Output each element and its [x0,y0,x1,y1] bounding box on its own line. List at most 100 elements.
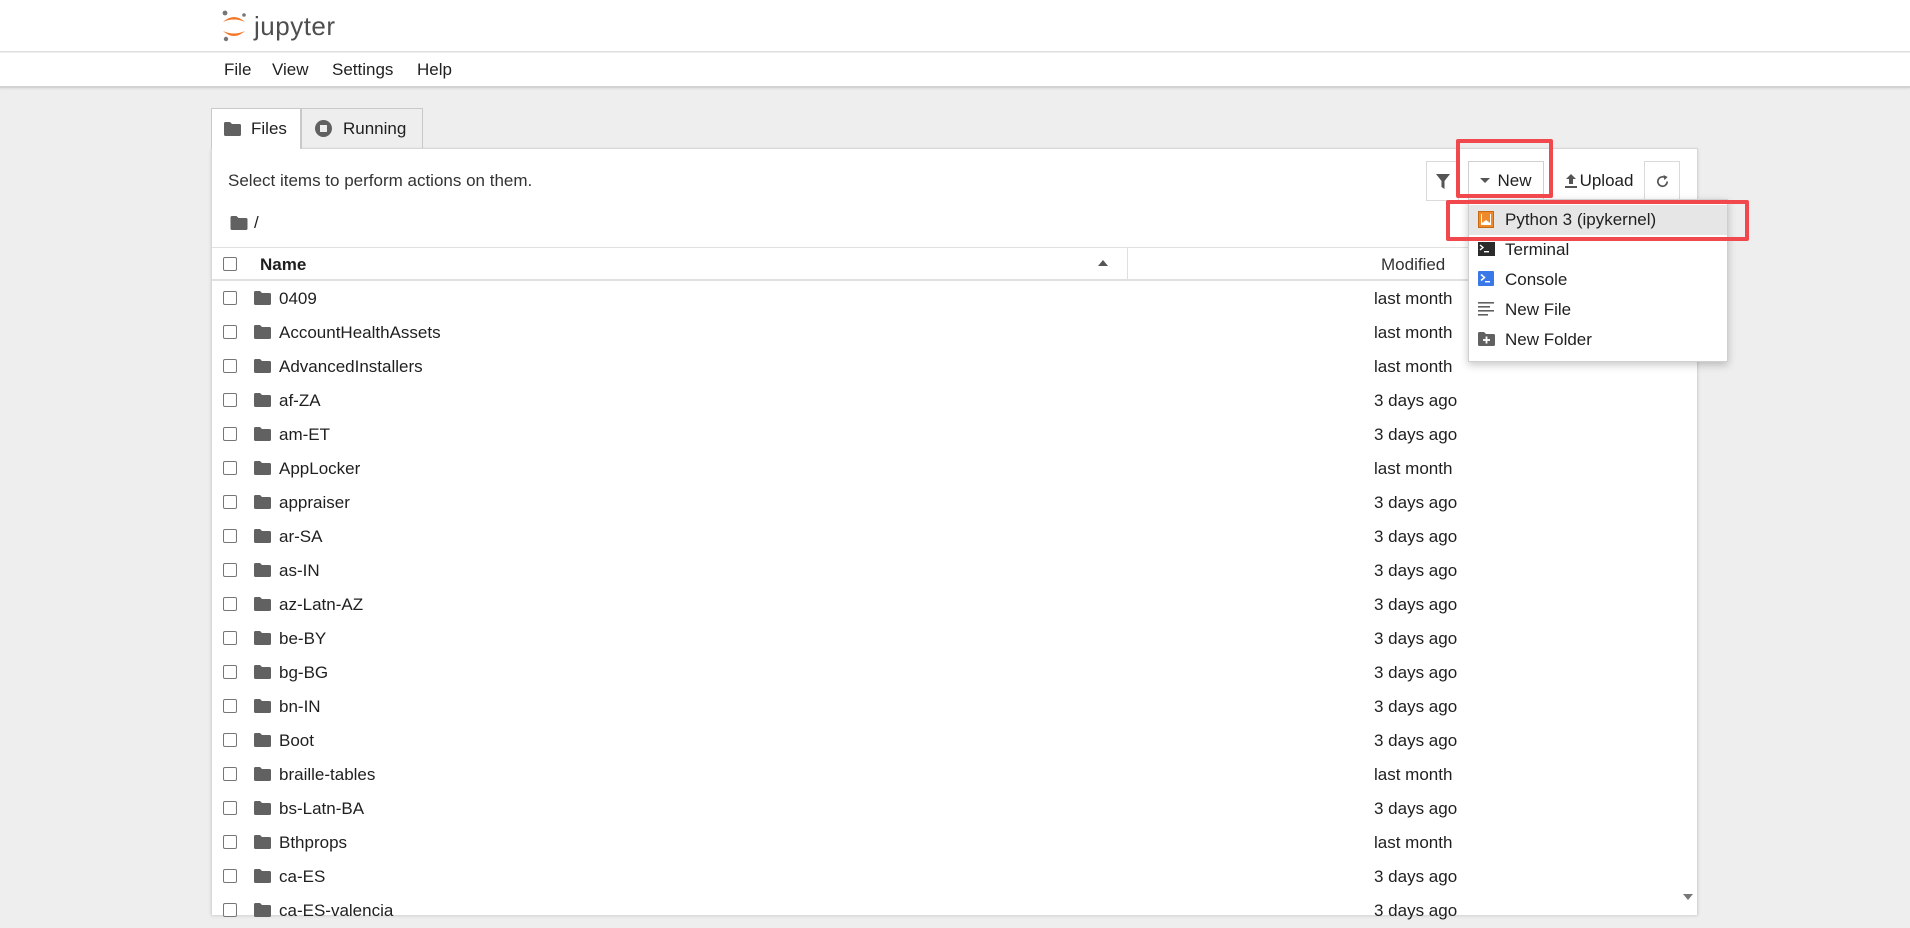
table-row[interactable]: bs-Latn-BA 3 days ago [212,792,1697,826]
tab-running[interactable]: Running [301,108,423,148]
menu-item-new-file-label: New File [1505,300,1572,319]
folder-icon [254,732,271,752]
tab-files[interactable]: Files [211,108,301,149]
menu-item-console[interactable]: Console [1469,265,1727,295]
folder-icon [254,630,271,650]
upload-button[interactable]: Upload [1558,161,1640,201]
file-name[interactable]: be-BY [279,629,326,649]
file-modified: last month [1374,765,1453,784]
file-modified: 3 days ago [1374,901,1458,920]
row-checkbox[interactable] [223,597,237,611]
file-modified: 3 days ago [1374,391,1458,410]
menu-item-new-file[interactable]: New File [1469,295,1727,325]
row-checkbox[interactable] [223,699,237,713]
table-row[interactable]: ca-ES 3 days ago [212,860,1697,894]
menu-item-terminal[interactable]: Terminal [1469,235,1727,265]
file-name[interactable]: ar-SA [279,527,322,547]
menu-item-new-folder-label: New Folder [1505,330,1592,349]
jupyter-logo[interactable]: jupyter [219,8,336,44]
folder-icon [254,460,271,480]
folder-icon [254,494,271,514]
name-column-header[interactable]: Name [260,255,306,275]
menu-file[interactable]: File [222,60,253,80]
file-name[interactable]: ca-ES [279,867,325,887]
file-name[interactable]: az-Latn-AZ [279,595,363,615]
file-modified: 3 days ago [1374,425,1458,444]
row-checkbox[interactable] [223,291,237,305]
file-name[interactable]: bn-IN [279,697,321,717]
console-icon [1478,271,1494,291]
table-row[interactable]: be-BY 3 days ago [212,622,1697,656]
file-modified: 3 days ago [1374,561,1458,580]
python-notebook-icon [1478,211,1494,233]
menu-settings[interactable]: Settings [330,60,395,80]
file-name[interactable]: AccountHealthAssets [279,323,441,343]
table-row[interactable]: Boot 3 days ago [212,724,1697,758]
select-all-checkbox[interactable] [223,257,237,271]
table-row[interactable]: bn-IN 3 days ago [212,690,1697,724]
file-name[interactable]: AdvancedInstallers [279,357,423,377]
row-checkbox[interactable] [223,495,237,509]
row-checkbox[interactable] [223,427,237,441]
breadcrumb-path[interactable]: / [254,213,259,233]
row-checkbox[interactable] [223,665,237,679]
folder-icon [254,392,271,412]
row-checkbox[interactable] [223,359,237,373]
file-name[interactable]: as-IN [279,561,320,581]
table-row[interactable]: braille-tables last month [212,758,1697,792]
new-button[interactable]: New [1468,161,1544,201]
row-checkbox[interactable] [223,767,237,781]
file-name[interactable]: Boot [279,731,314,751]
file-list: 0409 last month AccountHealthAssets last mo… [212,282,1697,928]
file-name[interactable]: braille-tables [279,765,375,785]
file-name[interactable]: 0409 [279,289,317,309]
table-row[interactable]: am-ET 3 days ago [212,418,1697,452]
row-checkbox[interactable] [223,563,237,577]
filter-icon [1435,173,1450,189]
file-modified: 3 days ago [1374,799,1458,818]
file-modified: 3 days ago [1374,595,1458,614]
table-row[interactable]: appraiser 3 days ago [212,486,1697,520]
row-checkbox[interactable] [223,529,237,543]
menu-item-new-folder[interactable]: New Folder [1469,325,1727,355]
file-name[interactable]: appraiser [279,493,350,513]
table-row[interactable]: az-Latn-AZ 3 days ago [212,588,1697,622]
file-name[interactable]: bg-BG [279,663,328,683]
file-name[interactable]: bs-Latn-BA [279,799,364,819]
refresh-icon [1656,174,1668,187]
modified-column-header[interactable]: Modified [1381,255,1445,275]
table-row[interactable]: bg-BG 3 days ago [212,656,1697,690]
new-dropdown-menu: Python 3 (ipykernel) Terminal Console Ne… [1468,199,1728,362]
row-checkbox[interactable] [223,461,237,475]
refresh-button[interactable] [1644,161,1680,201]
table-row[interactable]: as-IN 3 days ago [212,554,1697,588]
folder-icon [254,596,271,616]
menu-view[interactable]: View [270,60,311,80]
row-checkbox[interactable] [223,801,237,815]
menu-help[interactable]: Help [415,60,454,80]
table-row[interactable]: Bthprops last month [212,826,1697,860]
file-name[interactable]: af-ZA [279,391,321,411]
file-name[interactable]: AppLocker [279,459,360,479]
file-name[interactable]: am-ET [279,425,330,445]
table-row[interactable]: AppLocker last month [212,452,1697,486]
row-checkbox[interactable] [223,733,237,747]
row-checkbox[interactable] [223,835,237,849]
row-checkbox[interactable] [223,631,237,645]
folder-icon [254,664,271,684]
file-name[interactable]: Bthprops [279,833,347,853]
home-folder-icon[interactable] [230,216,248,230]
row-checkbox[interactable] [223,869,237,883]
text-file-icon [1478,301,1494,321]
scroll-down-arrow-icon[interactable] [1683,894,1693,901]
file-name[interactable]: ca-ES-valencia [279,901,393,921]
table-row[interactable]: af-ZA 3 days ago [212,384,1697,418]
top-header: jupyter [0,0,1910,52]
row-checkbox[interactable] [223,325,237,339]
table-row[interactable]: ca-ES-valencia 3 days ago [212,894,1697,928]
table-row[interactable]: ar-SA 3 days ago [212,520,1697,554]
filter-button[interactable] [1426,161,1459,201]
sort-ascending-icon[interactable] [1098,260,1108,266]
menu-item-python3[interactable]: Python 3 (ipykernel) [1469,205,1727,235]
row-checkbox[interactable] [223,393,237,407]
